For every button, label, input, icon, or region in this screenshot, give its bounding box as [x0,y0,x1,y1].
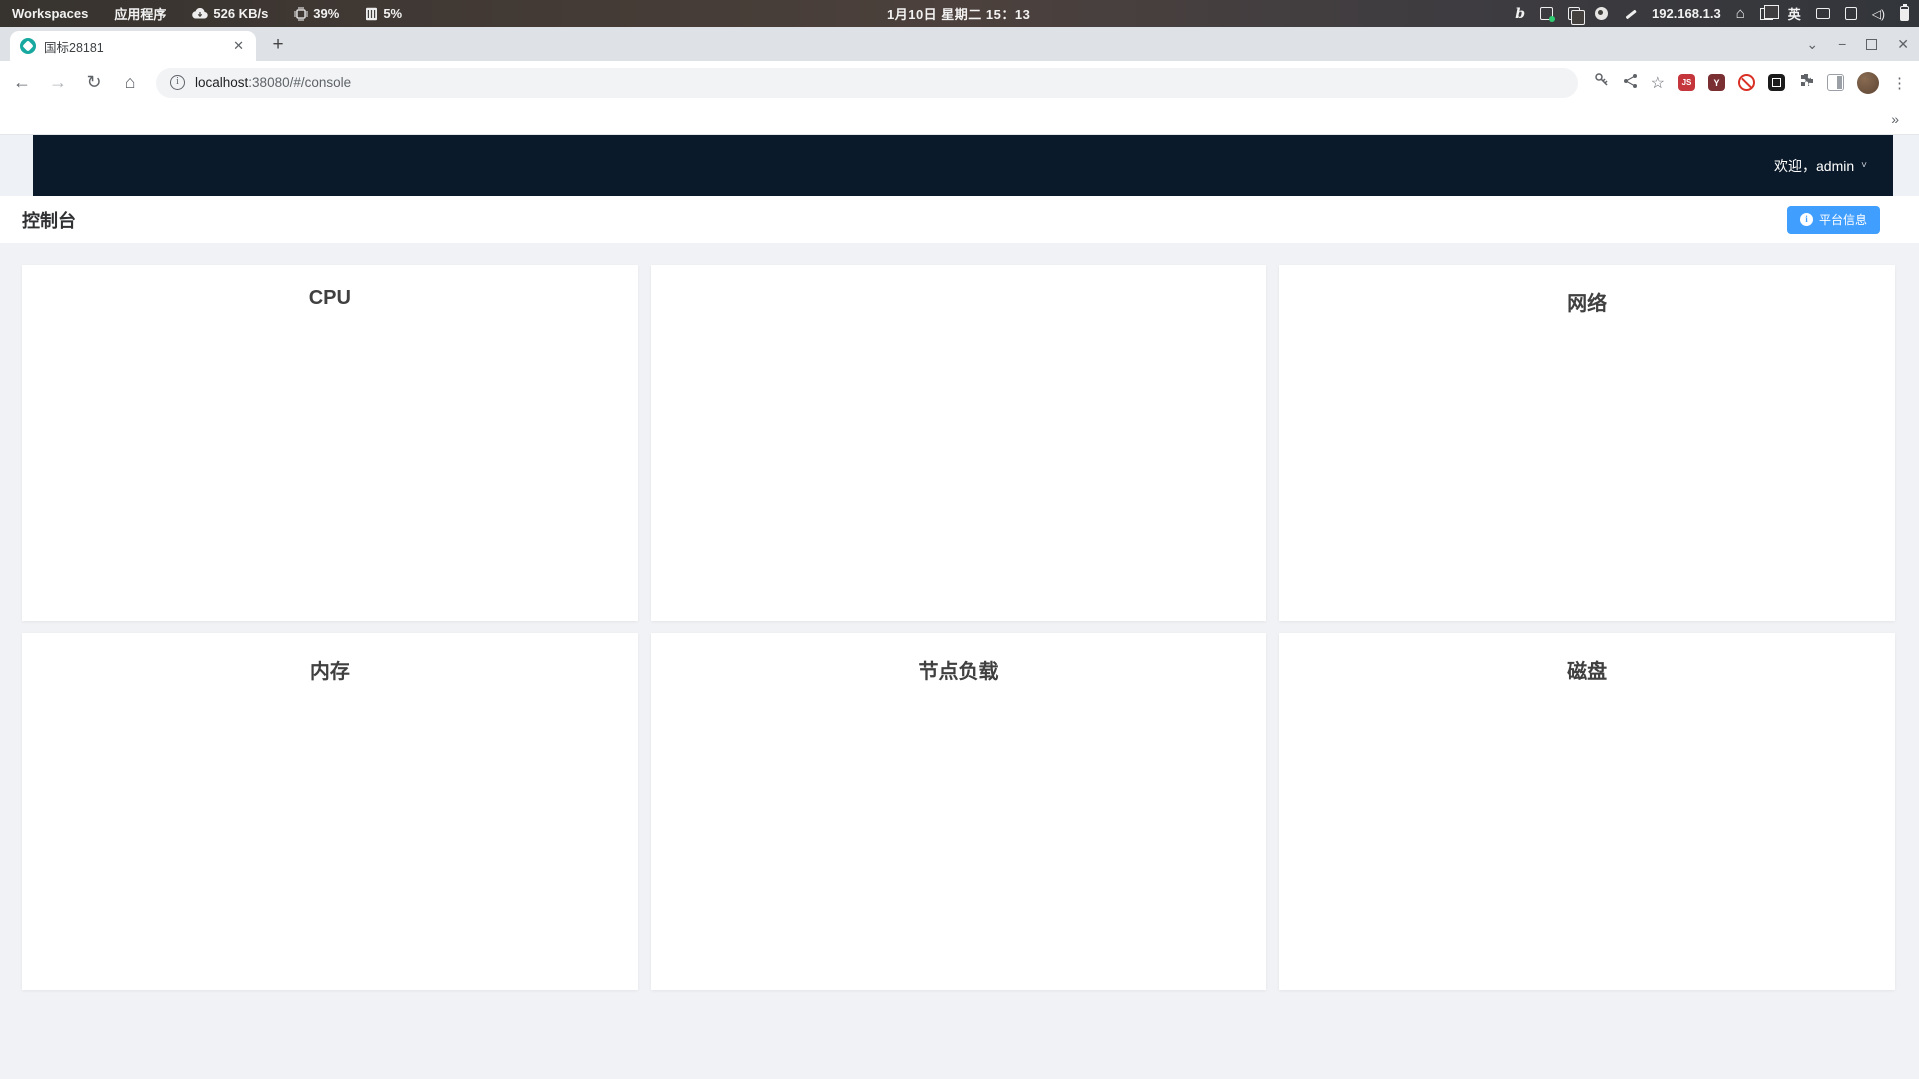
browser-tab-strip: 国标28181 ✕ + ⌄ − ✕ [0,27,1919,61]
workspaces-button[interactable]: Workspaces [12,6,88,21]
password-key-icon[interactable] [1594,72,1610,93]
home-tray-icon[interactable]: ⌂ [1736,5,1745,22]
cpu-chart-title: CPU [308,287,351,309]
screenshot-tray-icon[interactable] [1540,7,1555,22]
cpu-chart [22,315,635,615]
wvp-console-page: 欢迎，admin ˅ 控制台 i 平台信息 CPU 网络 内存 节点负载 磁盘 [0,135,1919,1079]
close-window-button[interactable]: ✕ [1897,36,1909,53]
minimize-button[interactable]: − [1838,36,1846,52]
platform-info-button[interactable]: i 平台信息 [1786,205,1880,234]
extensions-puzzle-icon[interactable] [1798,72,1814,93]
display-tray-icon[interactable] [1815,8,1830,19]
node-load-chart-title: 节点负载 [918,661,999,683]
volume-icon[interactable]: ◁) [1872,7,1885,21]
welcome-user-menu[interactable]: 欢迎，admin ˅ [1774,156,1893,176]
clock-menu[interactable]: 1月10日 星期二 15：13 [402,4,1515,23]
network-chart [1279,315,1892,615]
stats-panel [650,265,1267,621]
node-load-panel: 节点负载 [650,633,1267,990]
new-tab-button[interactable]: + [264,31,292,59]
windows-tray-icon[interactable] [1759,4,1779,20]
input-method-indicator[interactable]: 英 [1788,4,1801,23]
pen-tray-icon[interactable] [1623,7,1637,21]
bookmark-star-icon[interactable]: ☆ [1651,73,1665,93]
browser-tab[interactable]: 国标28181 ✕ [10,31,256,61]
darkreader-extension-icon[interactable] [1768,74,1785,91]
browser-menu-icon[interactable]: ⋮ [1892,74,1907,92]
address-bar[interactable]: i localhost:38080/#/console [156,67,1578,98]
cloud-download-icon [192,8,209,19]
tab-favicon [20,38,36,54]
system-top-bar: Workspaces 应用程序 526 KB/s 39% 5% 1月10日 星期… [0,0,1919,27]
info-icon: i [1799,213,1813,226]
nav-row: 欢迎，admin ˅ [0,135,1919,196]
clipboard-tray-icon[interactable] [1568,7,1585,25]
share-icon[interactable] [1623,73,1638,93]
side-panel-icon[interactable] [1827,74,1844,91]
forward-button[interactable]: → [48,72,68,93]
browser-toolbar: ← → ↻ ⌂ i localhost:38080/#/console ☆ JS… [0,61,1919,104]
memory-icon [366,7,378,20]
tab-search-chevron-icon[interactable]: ⌄ [1806,36,1818,53]
bookmarks-bar: » [0,104,1919,135]
cpu-usage-indicator[interactable]: 39% [294,6,339,21]
reload-button[interactable]: ↻ [84,72,104,93]
restore-button[interactable] [1866,38,1878,50]
disk-panel: 磁盘 [1279,633,1895,990]
adblock-extension-icon[interactable] [1738,74,1755,91]
disk-chart-title: 磁盘 [1567,661,1608,683]
network-speed-indicator[interactable]: 526 KB/s [192,6,268,21]
main-navbar: 欢迎，admin ˅ [33,135,1893,196]
cpu-panel: CPU [22,265,638,621]
url-host: localhost [195,75,249,90]
page-header: 控制台 i 平台信息 [0,196,1919,243]
node-load-chart [651,683,1264,990]
memory-panel: 内存 [22,633,638,990]
js-extension-icon[interactable]: JS [1678,74,1695,91]
cpu-chip-icon [294,6,309,21]
memory-chart [22,683,635,983]
chevron-down-icon: ˅ [1861,160,1867,171]
profile-avatar[interactable] [1857,71,1879,94]
bing-tray-icon[interactable]: b [1515,6,1525,22]
site-info-icon[interactable]: i [170,75,185,90]
tab-title: 国标28181 [44,40,104,55]
browser-home-button[interactable]: ⌂ [120,72,140,93]
ip-address-indicator[interactable]: 192.168.1.3 [1652,6,1721,21]
screen: Workspaces 应用程序 526 KB/s 39% 5% 1月10日 星期… [0,0,1919,1079]
applications-button[interactable]: 应用程序 [114,4,166,23]
disk-chart [1279,683,1892,990]
cup-extension-icon[interactable]: Y [1708,74,1725,91]
memory-chart-title: 内存 [309,661,350,683]
bookmarks-overflow-chevron[interactable]: » [1891,111,1905,127]
memory-usage-indicator[interactable]: 5% [365,6,402,21]
device-tray-icon[interactable] [1844,7,1857,20]
dashboard-grid: CPU 网络 内存 节点负载 磁盘 [0,243,1919,1079]
network-panel: 网络 [1279,265,1895,621]
network-chart-title: 网络 [1567,293,1608,315]
tab-close-icon[interactable]: ✕ [231,38,246,54]
battery-icon [1900,4,1909,21]
url-path: :38080/#/console [248,75,352,90]
page-title: 控制台 [22,210,76,231]
app-tray-icon[interactable] [1595,7,1608,20]
back-button[interactable]: ← [12,72,32,93]
